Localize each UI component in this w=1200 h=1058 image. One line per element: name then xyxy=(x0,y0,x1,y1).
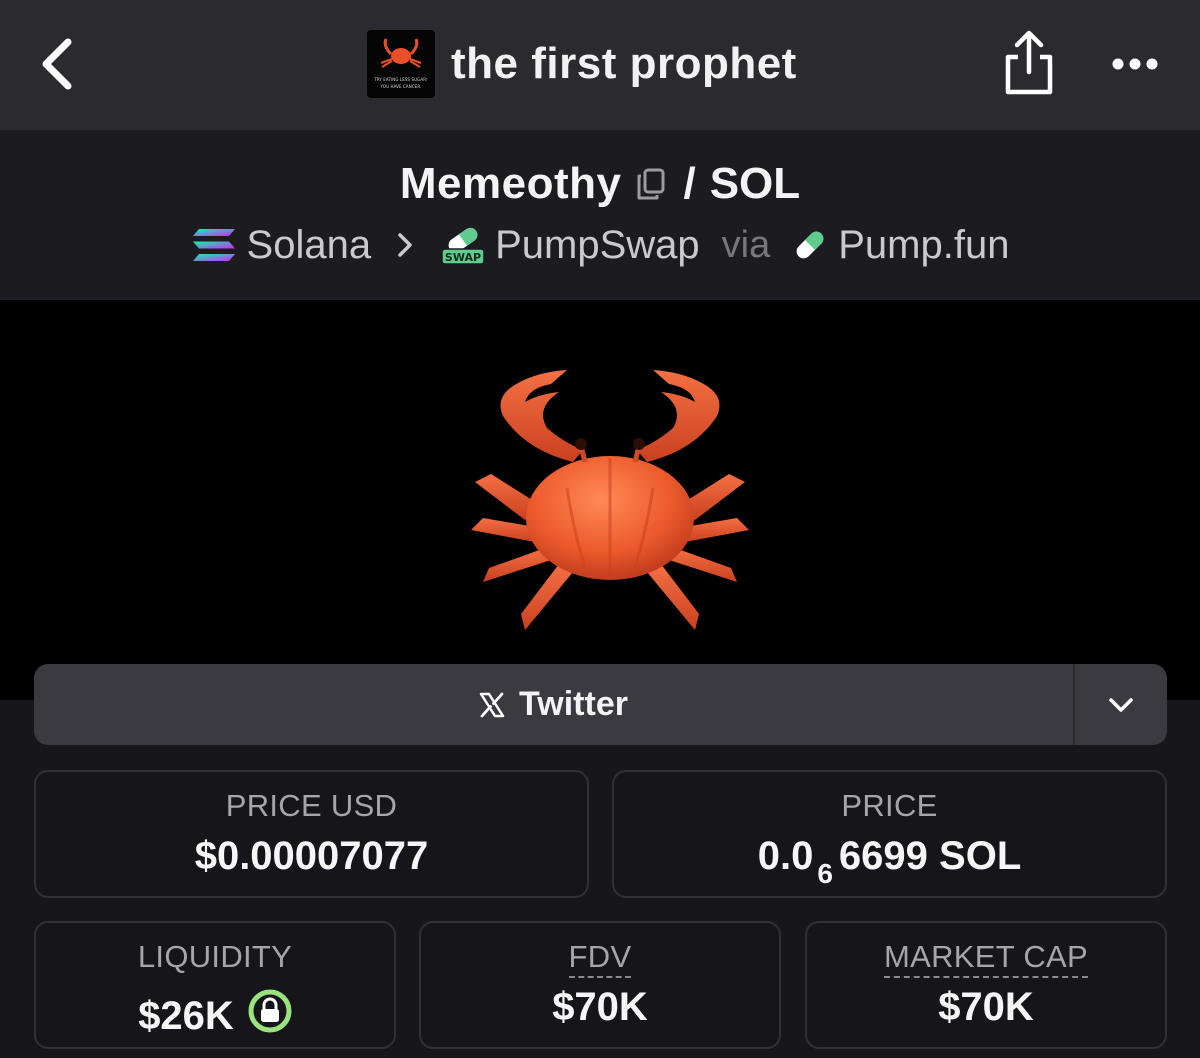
chevron-down-icon xyxy=(1109,697,1133,712)
liquidity-label: LIQUIDITY xyxy=(137,939,293,974)
liquidity-lock-icon[interactable] xyxy=(248,989,292,1033)
via-label: via xyxy=(721,223,771,266)
share-icon xyxy=(1005,30,1053,95)
back-chevron-icon xyxy=(42,38,72,90)
price-native-zero-count: 6 xyxy=(817,858,833,889)
price-native-card: PRICE 0.0 6 6699 SOL xyxy=(612,770,1167,898)
pair-route: Solana SWAP PumpSwap via Pump.fun xyxy=(0,220,1200,270)
token-avatar: TRY EATING LESS SUGAR! YOU HAVE CANCER. xyxy=(367,30,435,98)
fdv-amount: $70K xyxy=(552,985,648,1029)
dex-name: PumpSwap xyxy=(495,222,700,267)
crab-banner-image xyxy=(471,370,749,630)
x-logo-icon xyxy=(479,692,505,717)
fdv-card: FDV $70K xyxy=(419,921,781,1049)
more-socials-dropdown[interactable] xyxy=(1075,664,1167,745)
pumpswap-icon: SWAP xyxy=(441,224,485,266)
top-navigation-bar: TRY EATING LESS SUGAR! YOU HAVE CANCER. … xyxy=(0,0,1200,130)
avatar-caption-line-2: YOU HAVE CANCER. xyxy=(380,84,422,89)
token-name: Memeothy xyxy=(399,159,622,208)
price-native-suffix: 6699 SOL xyxy=(838,834,1022,878)
quote-token: SOL xyxy=(709,159,801,208)
fdv-label[interactable]: FDV xyxy=(568,939,632,978)
fdv-label-wrap: FDV xyxy=(421,939,779,978)
copy-address-icon[interactable] xyxy=(635,167,667,201)
dex-link[interactable]: SWAP PumpSwap xyxy=(441,223,700,268)
pair-separator: / xyxy=(683,159,696,208)
launchpad-link[interactable]: Pump.fun xyxy=(792,223,1009,268)
solana-icon xyxy=(191,227,237,263)
twitter-label: Twitter xyxy=(519,685,628,723)
price-native-prefix: 0.0 xyxy=(757,834,814,878)
liquidity-value: $26K xyxy=(36,985,394,1039)
page-title: the first prophet xyxy=(451,39,797,88)
avatar-caption-line-1: TRY EATING LESS SUGAR! xyxy=(374,77,428,82)
market-cap-value: $70K xyxy=(807,985,1165,1030)
social-links-bar: Twitter xyxy=(34,664,1167,745)
chain-link[interactable]: Solana xyxy=(191,222,372,268)
more-options-button[interactable] xyxy=(1100,40,1170,88)
twitter-button[interactable]: Twitter xyxy=(34,664,1073,745)
share-button[interactable] xyxy=(998,28,1060,100)
swap-badge-text: SWAP xyxy=(445,251,481,264)
pair-title: Memeothy / SOL xyxy=(0,154,1200,214)
fdv-value: $70K xyxy=(421,985,779,1030)
chevron-right-icon xyxy=(397,232,413,258)
price-usd-amount: $0.00007077 xyxy=(194,834,429,878)
pill-icon xyxy=(792,227,828,263)
liquidity-card: LIQUIDITY $26K xyxy=(34,921,396,1049)
more-icon xyxy=(1112,58,1158,70)
price-usd-value: $0.00007077 xyxy=(36,834,587,879)
chain-name: Solana xyxy=(246,222,372,267)
market-cap-label[interactable]: MARKET CAP xyxy=(884,939,1088,978)
liquidity-amount: $26K xyxy=(138,994,234,1038)
back-button[interactable] xyxy=(30,34,84,94)
launchpad-name: Pump.fun xyxy=(838,222,1010,267)
price-native-value: 0.0 6 6699 SOL xyxy=(614,834,1165,889)
market-cap-amount: $70K xyxy=(938,985,1034,1029)
market-cap-card: MARKET CAP $70K xyxy=(805,921,1167,1049)
pair-header: Memeothy / SOL Solana SWAP PumpSwap via … xyxy=(0,130,1200,300)
price-usd-card: PRICE USD $0.00007077 xyxy=(34,770,589,898)
price-native-label: PRICE xyxy=(841,788,938,823)
token-banner xyxy=(0,300,1200,700)
market-cap-label-wrap: MARKET CAP xyxy=(807,939,1165,978)
price-usd-label: PRICE USD xyxy=(225,788,398,823)
